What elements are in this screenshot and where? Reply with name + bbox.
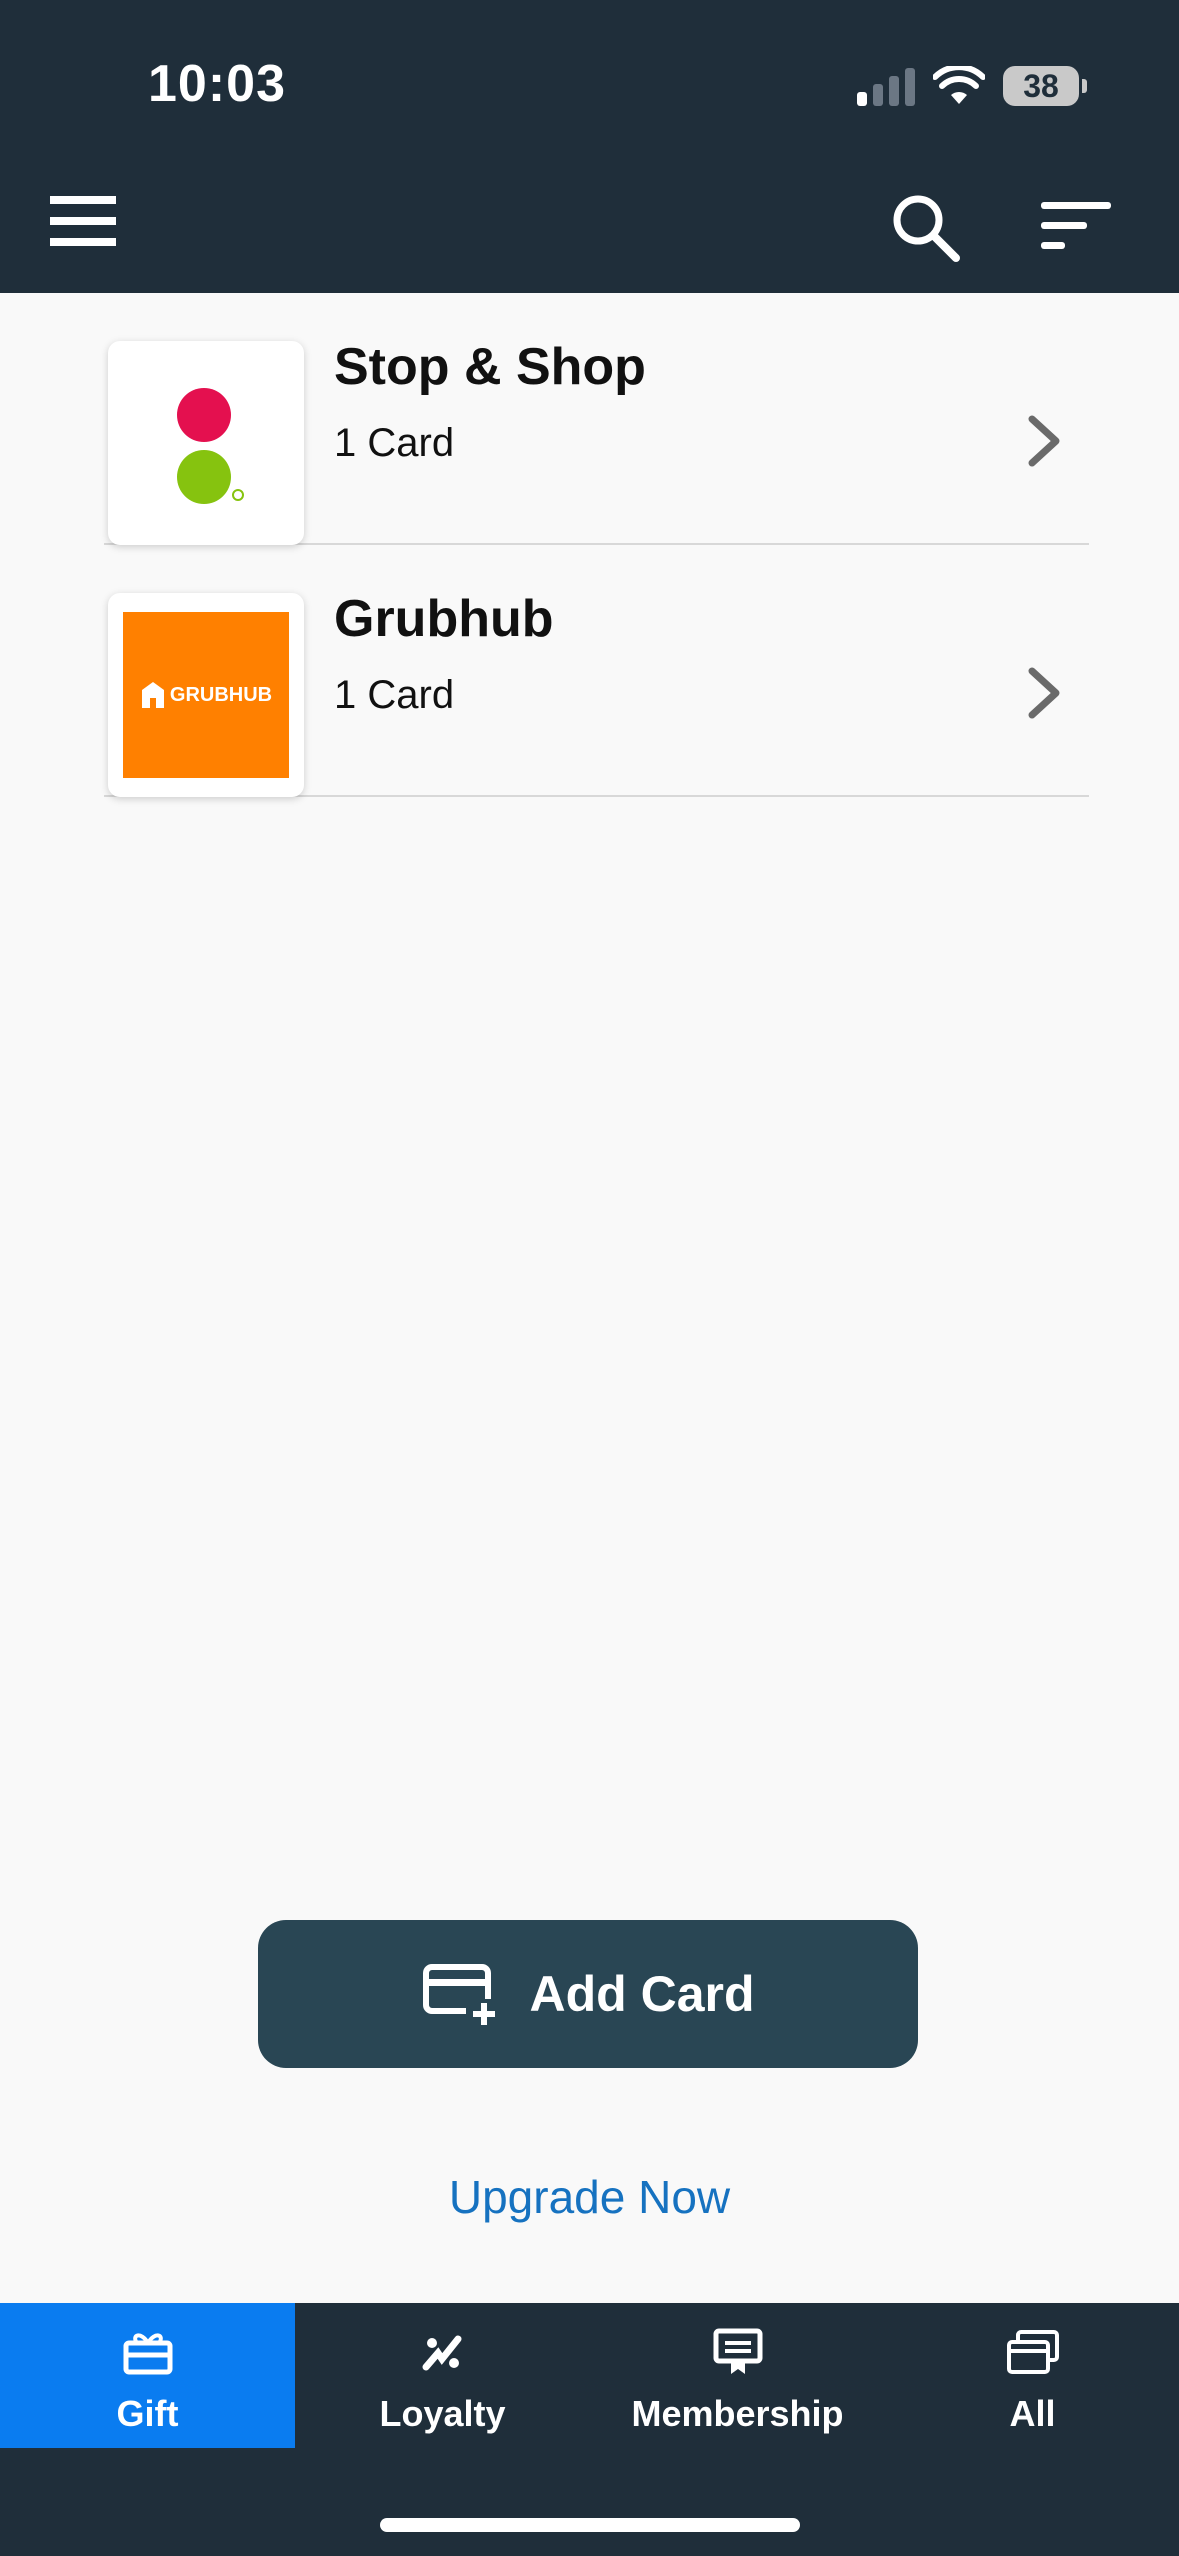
upgrade-now-link[interactable]: Upgrade Now	[0, 2170, 1179, 2224]
membership-icon	[713, 2325, 763, 2379]
tab-label: All	[1009, 2393, 1056, 2434]
battery-icon: 38	[1003, 66, 1087, 106]
tab-gift[interactable]: Gift	[0, 2303, 295, 2448]
chevron-right-icon	[1028, 667, 1060, 719]
stop-and-shop-logo	[108, 341, 304, 545]
wifi-icon	[933, 66, 985, 104]
grubhub-logo: GRUBHUB	[108, 593, 304, 797]
tab-label: Membership	[631, 2393, 844, 2434]
status-time: 10:03	[148, 55, 286, 113]
list-item-subtitle: 1 Card	[334, 421, 455, 465]
chevron-right-icon	[1028, 415, 1060, 467]
gift-icon	[123, 2325, 173, 2379]
cellular-signal-icon	[857, 66, 915, 106]
add-card-button[interactable]: Add Card	[258, 1920, 918, 2068]
tab-loyalty[interactable]: Loyalty	[295, 2303, 590, 2448]
tab-label: Gift	[116, 2393, 179, 2434]
grubhub-logo-text: GRUBHUB	[169, 683, 273, 706]
list-item-subtitle: 1 Card	[334, 673, 455, 717]
list-item[interactable]: GRUBHUB Grubhub 1 Card	[104, 545, 1089, 797]
tab-all[interactable]: All	[885, 2303, 1179, 2448]
add-card-icon	[422, 1964, 502, 2027]
app-header: 10:03 38	[0, 0, 1179, 293]
tab-membership[interactable]: Membership	[590, 2303, 885, 2448]
status-icons: 38	[857, 62, 1087, 110]
list-item-title: Stop & Shop	[334, 338, 646, 396]
grubhub-building-icon	[141, 682, 164, 708]
add-card-label: Add Card	[529, 1966, 755, 2022]
list-item-title: Grubhub	[334, 590, 554, 648]
hamburger-menu-icon[interactable]	[50, 196, 116, 246]
tab-label: Loyalty	[379, 2393, 506, 2434]
sort-icon[interactable]	[1040, 198, 1114, 254]
search-icon[interactable]	[888, 190, 962, 264]
home-indicator[interactable]	[380, 2518, 800, 2532]
all-cards-icon	[1006, 2325, 1060, 2379]
bottom-tab-bar: Gift Loyalty Membership All	[0, 2303, 1179, 2556]
card-list: Stop & Shop 1 Card GRUBHUB Grubhub 1 Car…	[104, 293, 1089, 797]
list-item[interactable]: Stop & Shop 1 Card	[104, 293, 1089, 545]
loyalty-icon	[420, 2325, 466, 2379]
